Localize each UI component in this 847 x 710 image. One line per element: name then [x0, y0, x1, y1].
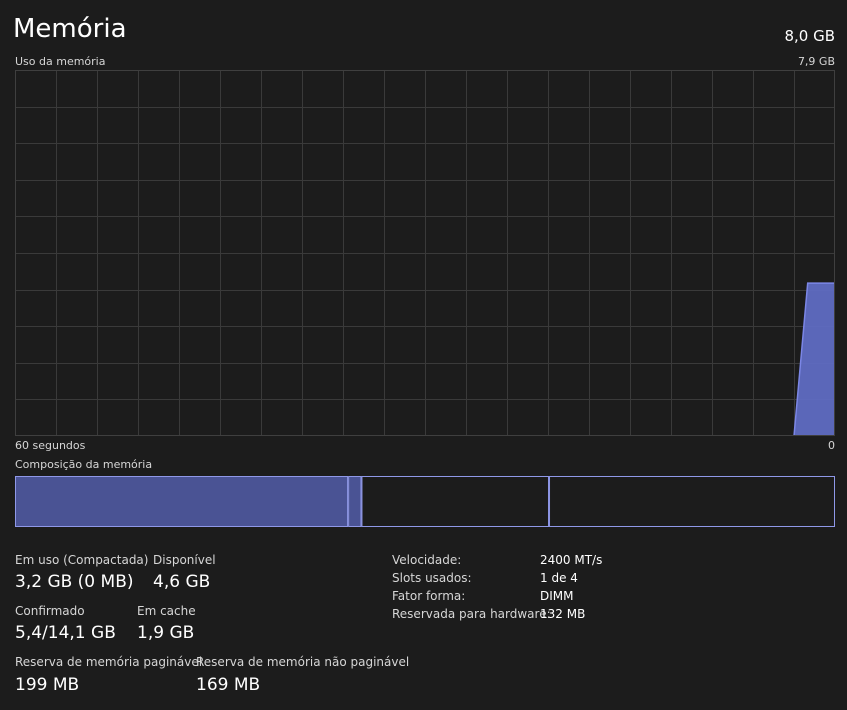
page-title: Memória	[13, 14, 127, 44]
cached-value: 1,9 GB	[137, 623, 195, 643]
memory-usage-graph-svg	[15, 70, 835, 436]
composition-segment-em-uso[interactable]	[15, 476, 349, 527]
nonpaged-pool-value: 169 MB	[196, 675, 261, 695]
form-factor-label: Fator forma:	[392, 589, 466, 603]
usage-graph-label: Uso da memória	[15, 55, 106, 68]
memory-usage-graph	[15, 70, 835, 436]
hw-reserved-value: 132 MB	[540, 607, 586, 621]
total-memory: 8,0 GB	[784, 27, 835, 45]
memory-composition-bar[interactable]	[15, 476, 836, 527]
slots-value: 1 de 4	[540, 571, 578, 585]
paged-pool-value: 199 MB	[15, 675, 80, 695]
speed-value: 2400 MT/s	[540, 553, 603, 567]
in-use-value: 3,2 GB (0 MB)	[15, 572, 134, 592]
available-value: 4,6 GB	[153, 572, 211, 592]
composition-segment-modificada[interactable]	[348, 476, 362, 527]
composition-segment-em-espera[interactable]	[361, 476, 550, 527]
graph-grid	[15, 70, 835, 436]
graph-time-right-label: 0	[828, 439, 835, 452]
composition-segment-livre[interactable]	[549, 476, 836, 527]
slots-label: Slots usados:	[392, 571, 472, 585]
cached-label: Em cache	[137, 604, 196, 618]
composition-label: Composição da memória	[15, 458, 153, 471]
available-label: Disponível	[153, 553, 216, 567]
speed-label: Velocidade:	[392, 553, 462, 567]
in-use-label: Em uso (Compactada)	[15, 553, 149, 567]
committed-label: Confirmado	[15, 604, 85, 618]
hw-reserved-label: Reservada para hardware:	[392, 607, 551, 621]
graph-time-left-label: 60 segundos	[15, 439, 86, 452]
memory-composition-svg	[15, 476, 836, 527]
paged-pool-label: Reserva de memória paginável	[15, 655, 203, 669]
form-factor-value: DIMM	[540, 589, 574, 603]
usage-graph-max-label: 7,9 GB	[797, 55, 835, 68]
nonpaged-pool-label: Reserva de memória não paginável	[196, 655, 410, 669]
committed-value: 5,4/14,1 GB	[15, 623, 116, 643]
